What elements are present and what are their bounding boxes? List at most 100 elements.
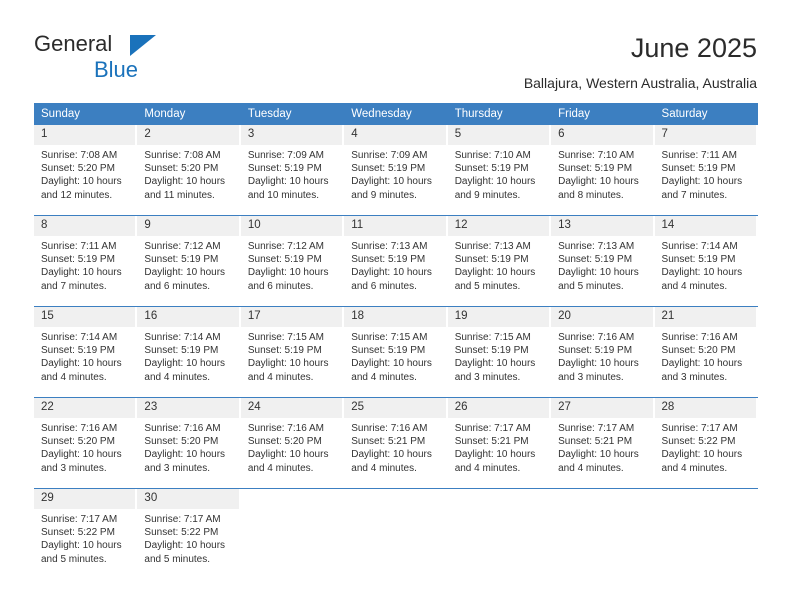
- sunset-text: Sunset: 5:20 PM: [144, 163, 219, 175]
- weekday-header-thursday: Thursday: [447, 103, 552, 125]
- day-cell[interactable]: 20 Sunrise: 7:16 AM Sunset: 5:19 PM Dayligh…: [551, 306, 655, 398]
- day-cell[interactable]: 10 Sunrise: 7:12 AM Sunset: 5:19 PM Dayligh…: [240, 215, 345, 307]
- daylight-text-line2: and 6 minutes.: [144, 280, 211, 292]
- sunrise-text: Sunrise: 7:14 AM: [41, 332, 118, 343]
- daylight-text-line2: and 3 minutes.: [144, 462, 211, 474]
- daylight-text-line1: Daylight: 10 hours: [247, 267, 329, 279]
- daylight-text-line2: and 5 minutes.: [144, 553, 211, 565]
- sunrise-text: Sunrise: 7:17 AM: [144, 514, 221, 525]
- day-cell[interactable]: 22 Sunrise: 7:16 AM Sunset: 5:20 PM Dayligh…: [34, 397, 138, 489]
- sunrise-text: Sunrise: 7:16 AM: [247, 423, 324, 434]
- daylight-text-line1: Daylight: 10 hours: [661, 267, 743, 279]
- day-cell[interactable]: 7 Sunrise: 7:11 AM Sunset: 5:19 PM Daylight…: [654, 125, 758, 216]
- day-cell[interactable]: 6 Sunrise: 7:10 AM Sunset: 5:19 PM Daylight…: [551, 125, 655, 216]
- logo-text-blue: Blue: [94, 57, 139, 82]
- day-cell[interactable]: 30 Sunrise: 7:17 AM Sunset: 5:22 PM Dayligh…: [137, 488, 241, 579]
- day-number: 6: [551, 125, 653, 145]
- weekday-header-sunday: Sunday: [34, 103, 138, 125]
- daylight-text-line2: and 4 minutes.: [454, 462, 521, 474]
- weekday-header-tuesday: Tuesday: [240, 103, 345, 125]
- sunset-text: Sunset: 5:19 PM: [351, 163, 426, 175]
- sunrise-text: Sunrise: 7:12 AM: [247, 241, 324, 252]
- sunset-text: Sunset: 5:22 PM: [144, 527, 219, 539]
- sunrise-text: Sunrise: 7:16 AM: [41, 423, 118, 434]
- sunrise-text: Sunrise: 7:17 AM: [661, 423, 738, 434]
- day-cell[interactable]: 9 Sunrise: 7:12 AM Sunset: 5:19 PM Daylight…: [137, 215, 241, 307]
- daylight-text-line1: Daylight: 10 hours: [454, 449, 536, 461]
- day-cell[interactable]: 1 Sunrise: 7:08 AM Sunset: 5:20 PM Daylight…: [34, 125, 138, 216]
- day-number: 28: [654, 398, 756, 418]
- daylight-text-line2: and 3 minutes.: [41, 462, 107, 474]
- day-cell[interactable]: 21 Sunrise: 7:16 AM Sunset: 5:20 PM Dayligh…: [654, 306, 758, 398]
- daylight-text-line2: and 7 minutes.: [41, 280, 107, 292]
- sunrise-text: Sunrise: 7:09 AM: [351, 150, 428, 161]
- day-cell[interactable]: 14 Sunrise: 7:14 AM Sunset: 5:19 PM Dayligh…: [654, 215, 758, 307]
- daylight-text-line2: and 10 minutes.: [247, 189, 320, 201]
- daylight-text-line2: and 11 minutes.: [144, 189, 215, 201]
- day-cell[interactable]: 11 Sunrise: 7:13 AM Sunset: 5:19 PM Dayligh…: [344, 215, 448, 307]
- daylight-text-line1: Daylight: 10 hours: [41, 267, 122, 279]
- calendar-page: General Blue June 2025 Ballajura, Wester…: [0, 0, 792, 612]
- daylight-text-line2: and 4 minutes.: [661, 462, 728, 474]
- day-number: 5: [447, 125, 550, 145]
- day-cell[interactable]: 3 Sunrise: 7:09 AM Sunset: 5:19 PM Daylight…: [240, 125, 345, 216]
- daylight-text-line1: Daylight: 10 hours: [661, 358, 743, 370]
- day-cell[interactable]: 28 Sunrise: 7:17 AM Sunset: 5:22 PM Dayligh…: [654, 397, 758, 489]
- sunset-text: Sunset: 5:19 PM: [661, 254, 736, 266]
- weekday-header-wednesday: Wednesday: [344, 103, 448, 125]
- daylight-text-line1: Daylight: 10 hours: [41, 176, 122, 188]
- day-number: 7: [654, 125, 756, 145]
- daylight-text-line1: Daylight: 10 hours: [351, 449, 432, 461]
- sunset-text: Sunset: 5:22 PM: [41, 527, 115, 539]
- day-number: 23: [137, 398, 239, 418]
- day-cell[interactable]: 8 Sunrise: 7:11 AM Sunset: 5:19 PM Daylight…: [34, 215, 138, 307]
- daylight-text-line2: and 6 minutes.: [247, 280, 314, 292]
- daylight-text-line1: Daylight: 10 hours: [247, 449, 329, 461]
- calendar-table: Sunday Monday Tuesday Wednesday Thursday…: [34, 103, 758, 579]
- day-number: 11: [344, 216, 446, 236]
- day-cell[interactable]: 15 Sunrise: 7:14 AM Sunset: 5:19 PM Dayligh…: [34, 306, 138, 398]
- day-number: 27: [551, 398, 653, 418]
- day-number: [655, 489, 756, 509]
- day-number: 18: [344, 307, 446, 327]
- daylight-text-line2: and 9 minutes.: [454, 189, 521, 201]
- sunrise-text: Sunrise: 7:16 AM: [144, 423, 221, 434]
- day-cell[interactable]: 16 Sunrise: 7:14 AM Sunset: 5:19 PM Dayligh…: [137, 306, 241, 398]
- daylight-text-line2: and 6 minutes.: [351, 280, 417, 292]
- daylight-text-line1: Daylight: 10 hours: [41, 540, 122, 552]
- daylight-text-line2: and 4 minutes.: [351, 371, 417, 383]
- day-cell-empty: [344, 488, 448, 579]
- daylight-text-line2: and 5 minutes.: [41, 553, 107, 565]
- day-cell[interactable]: 24 Sunrise: 7:16 AM Sunset: 5:20 PM Dayligh…: [240, 397, 345, 489]
- sunset-text: Sunset: 5:19 PM: [661, 163, 736, 175]
- day-cell[interactable]: 18 Sunrise: 7:15 AM Sunset: 5:19 PM Dayligh…: [344, 306, 448, 398]
- day-cell[interactable]: 13 Sunrise: 7:13 AM Sunset: 5:19 PM Dayligh…: [551, 215, 655, 307]
- sunrise-text: Sunrise: 7:16 AM: [661, 332, 738, 343]
- day-cell[interactable]: 5 Sunrise: 7:10 AM Sunset: 5:19 PM Daylight…: [447, 125, 552, 216]
- day-cell[interactable]: 17 Sunrise: 7:15 AM Sunset: 5:19 PM Dayligh…: [240, 306, 345, 398]
- day-number: 4: [344, 125, 446, 145]
- general-blue-logo[interactable]: General Blue: [34, 33, 254, 83]
- day-cell-empty: [240, 488, 345, 579]
- day-cell[interactable]: 29 Sunrise: 7:17 AM Sunset: 5:22 PM Dayligh…: [34, 488, 138, 579]
- day-number: [448, 489, 549, 509]
- daylight-text-line1: Daylight: 10 hours: [558, 358, 639, 370]
- daylight-text-line2: and 5 minutes.: [454, 280, 521, 292]
- page-subtitle-location: Ballajura, Western Australia, Australia: [523, 75, 757, 91]
- day-cell[interactable]: 19 Sunrise: 7:15 AM Sunset: 5:19 PM Dayligh…: [447, 306, 552, 398]
- day-cell[interactable]: 4 Sunrise: 7:09 AM Sunset: 5:19 PM Daylight…: [344, 125, 448, 216]
- day-cell[interactable]: 27 Sunrise: 7:17 AM Sunset: 5:21 PM Dayligh…: [551, 397, 655, 489]
- daylight-text-line2: and 4 minutes.: [247, 462, 314, 474]
- daylight-text-line1: Daylight: 10 hours: [558, 267, 639, 279]
- day-cell[interactable]: 26 Sunrise: 7:17 AM Sunset: 5:21 PM Dayligh…: [447, 397, 552, 489]
- daylight-text-line1: Daylight: 10 hours: [41, 449, 122, 461]
- day-cell[interactable]: 2 Sunrise: 7:08 AM Sunset: 5:20 PM Daylight…: [137, 125, 241, 216]
- daylight-text-line1: Daylight: 10 hours: [351, 267, 432, 279]
- day-cell[interactable]: 12 Sunrise: 7:13 AM Sunset: 5:19 PM Dayligh…: [447, 215, 552, 307]
- sunset-text: Sunset: 5:19 PM: [247, 254, 322, 266]
- day-cell[interactable]: 23 Sunrise: 7:16 AM Sunset: 5:20 PM Dayligh…: [137, 397, 241, 489]
- day-number: 13: [551, 216, 653, 236]
- daylight-text-line2: and 3 minutes.: [558, 371, 624, 383]
- day-cell[interactable]: 25 Sunrise: 7:16 AM Sunset: 5:21 PM Dayligh…: [344, 397, 448, 489]
- sunset-text: Sunset: 5:19 PM: [144, 254, 219, 266]
